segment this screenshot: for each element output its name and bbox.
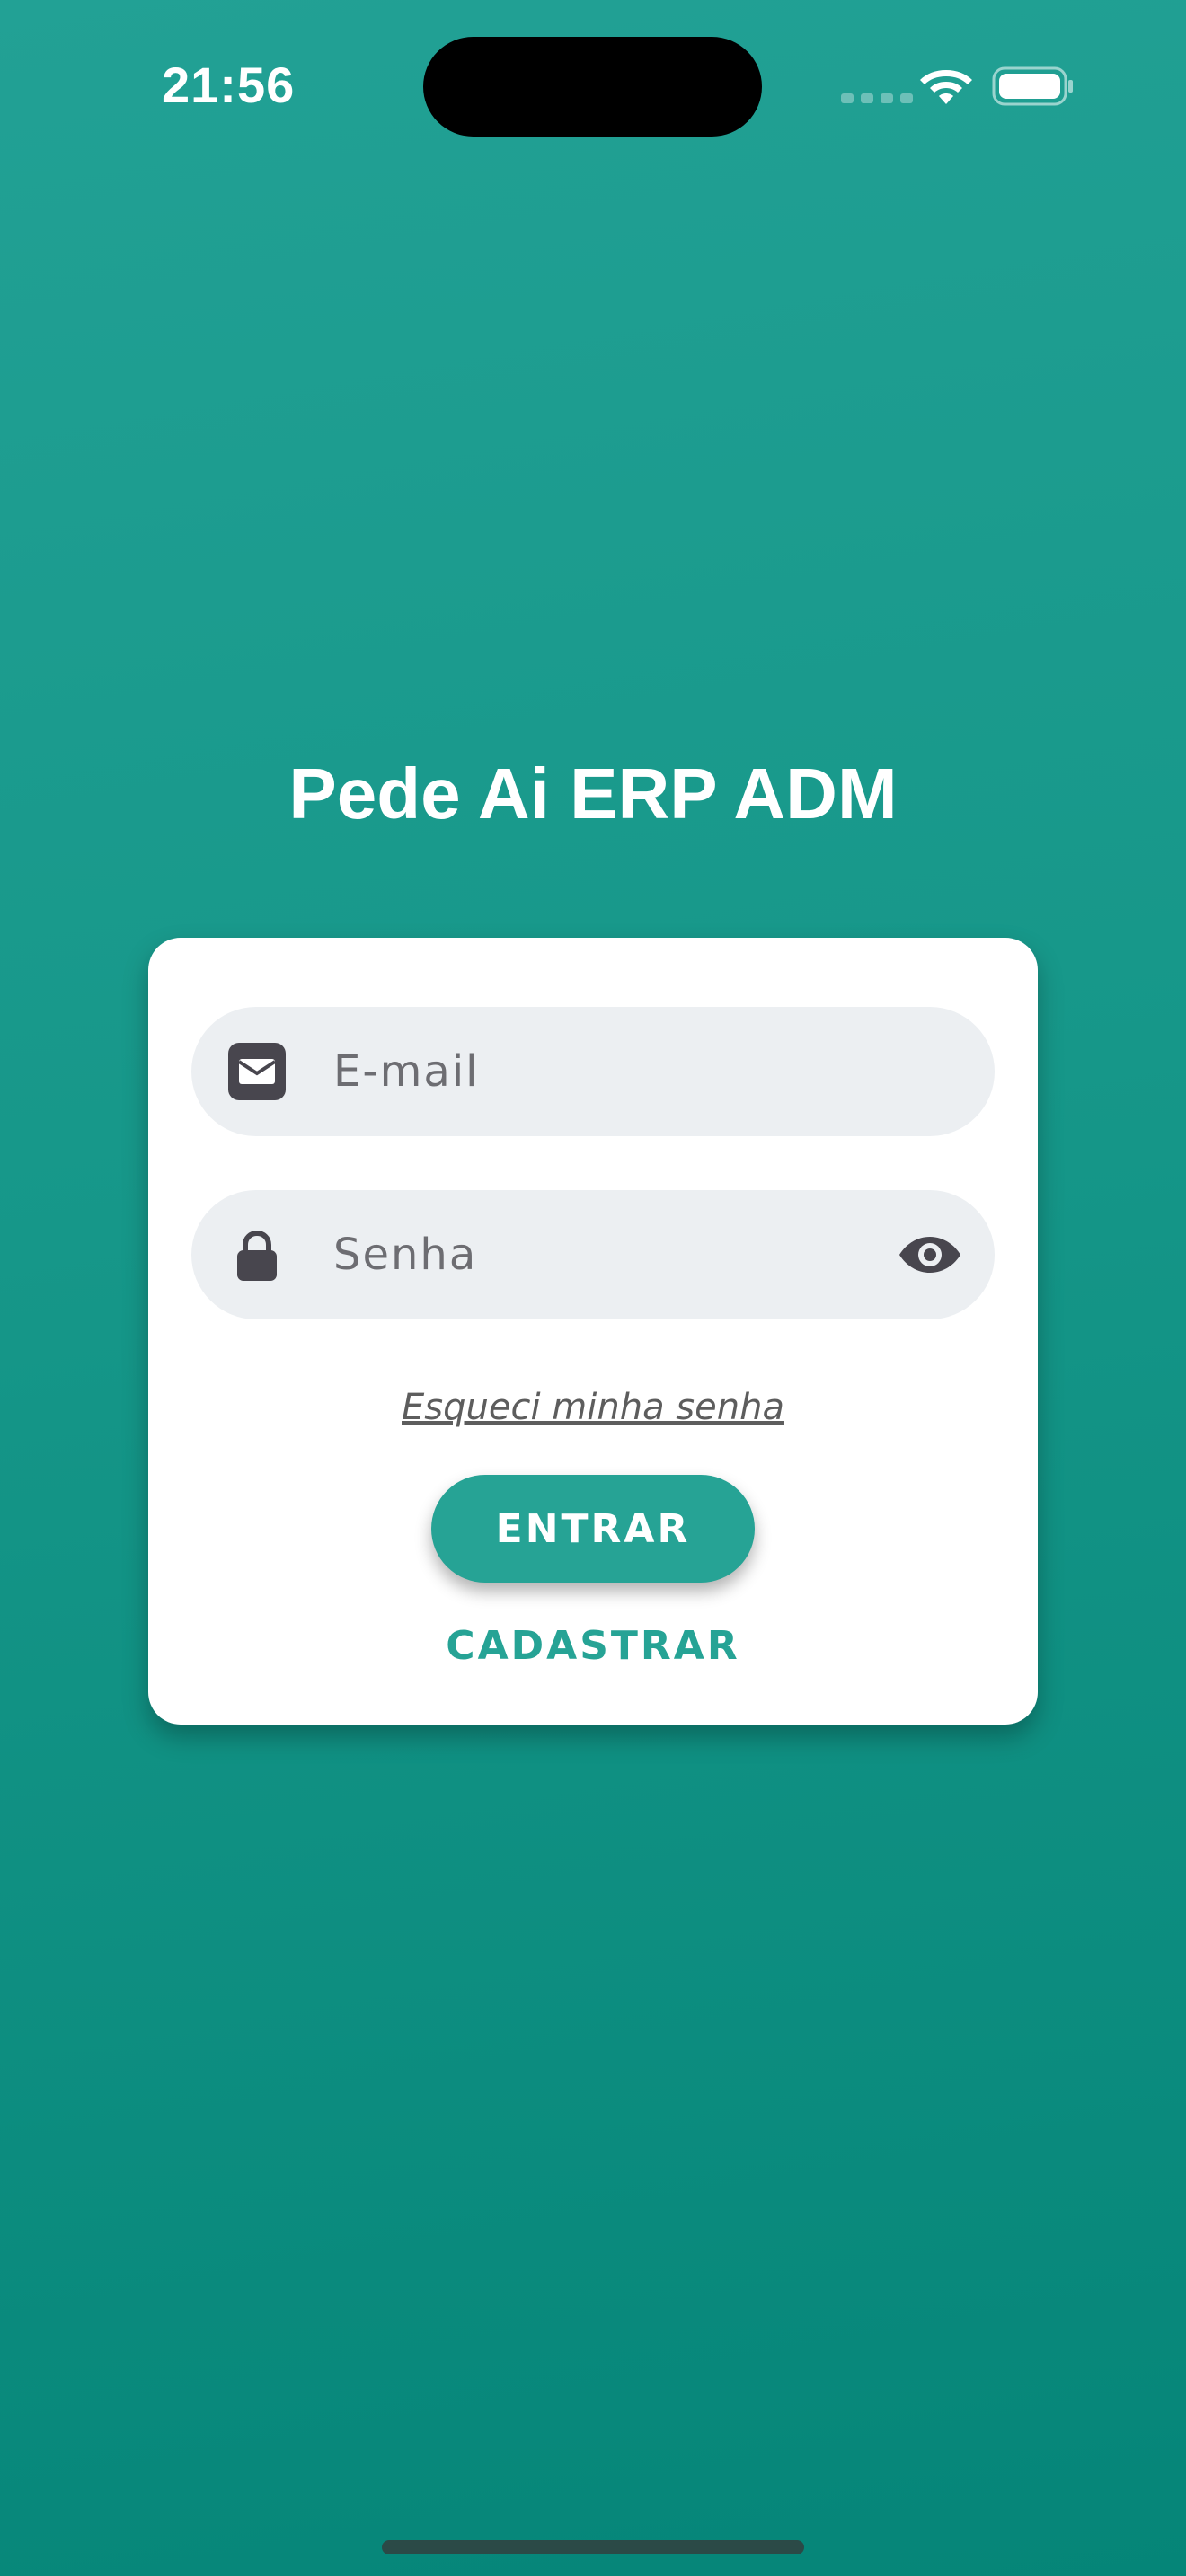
login-card: Esqueci minha senha ENTRAR CADASTRAR — [148, 938, 1038, 1725]
email-field[interactable] — [191, 1007, 995, 1136]
cellular-signal-icon — [841, 93, 913, 103]
status-time: 21:56 — [162, 57, 296, 113]
password-input[interactable] — [333, 1190, 878, 1319]
password-field[interactable] — [191, 1190, 995, 1319]
battery-icon — [992, 66, 1073, 106]
email-input[interactable] — [333, 1007, 878, 1136]
wifi-icon — [920, 70, 972, 104]
forgot-password-link[interactable]: Esqueci minha senha — [148, 1387, 1038, 1428]
app-title: Pede Ai ERP ADM — [288, 754, 898, 834]
register-button[interactable]: CADASTRAR — [368, 1610, 818, 1681]
lock-icon — [237, 1230, 277, 1281]
eye-icon[interactable] — [898, 1231, 962, 1278]
home-indicator[interactable] — [382, 2540, 804, 2554]
envelope-icon — [228, 1043, 286, 1100]
dynamic-island — [423, 37, 762, 137]
login-button[interactable]: ENTRAR — [431, 1475, 755, 1583]
